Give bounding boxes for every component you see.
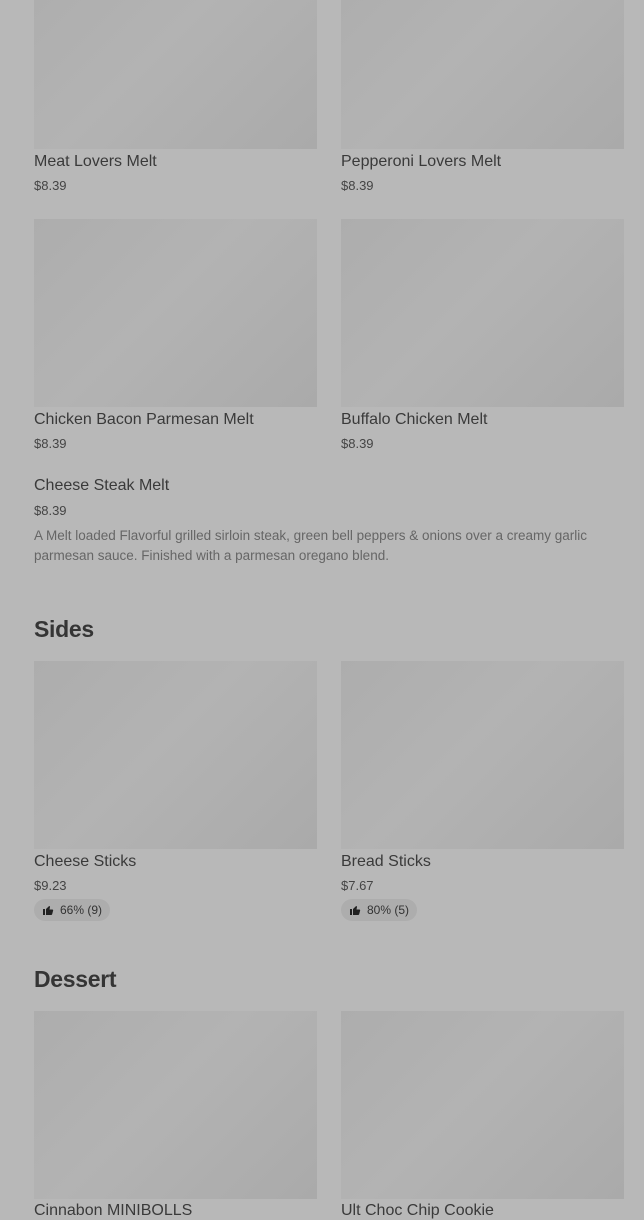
item-price: $9.23 (34, 878, 67, 893)
item-price: $8.39 (34, 436, 67, 451)
item-name[interactable]: Buffalo Chicken Melt (341, 411, 487, 429)
item-name[interactable]: Cheese Sticks (34, 853, 136, 871)
item-image-bread-sticks[interactable] (341, 661, 624, 849)
item-price: $8.39 (341, 436, 374, 451)
item-image-cheese-sticks[interactable] (34, 661, 317, 849)
rating-badge: 66% (9) (34, 899, 111, 921)
item-name[interactable]: Cinnabon MINIBOLLS (34, 1202, 192, 1220)
item-name[interactable]: Cheese Steak Melt (34, 477, 169, 495)
section-title-dessert: Dessert (34, 966, 117, 992)
item-price: $8.39 (34, 503, 67, 518)
item-image-pepperoni-lovers-melt[interactable] (341, 0, 624, 149)
item-image-buffalo-chicken-melt[interactable] (341, 219, 624, 407)
rating-badge: 80% (5) (341, 899, 418, 921)
item-image-cinnabon-minibolls[interactable] (34, 1011, 317, 1199)
item-name[interactable]: Pepperoni Lovers Melt (341, 153, 501, 171)
item-price: $8.39 (34, 178, 67, 193)
item-name[interactable]: Ult Choc Chip Cookie (341, 1202, 494, 1220)
item-name[interactable]: Bread Sticks (341, 853, 431, 871)
item-image-ult-choc-chip-cookie[interactable] (341, 1011, 624, 1199)
item-name[interactable]: Meat Lovers Melt (34, 153, 157, 171)
item-image-meat-lovers-melt[interactable] (34, 0, 317, 149)
rating-text: 80% (5) (367, 903, 410, 917)
item-name[interactable]: Chicken Bacon Parmesan Melt (34, 411, 254, 429)
item-price: $7.67 (341, 878, 374, 893)
section-title-sides: Sides (34, 616, 94, 642)
item-image-chicken-bacon-parmesan-melt[interactable] (34, 219, 317, 407)
thumbs-up-icon (350, 906, 361, 915)
item-description: A Melt loaded Flavorful grilled sirloin … (34, 528, 588, 563)
item-price: $8.39 (341, 178, 374, 193)
rating-text: 66% (9) (60, 903, 103, 917)
thumbs-up-icon (43, 906, 54, 915)
